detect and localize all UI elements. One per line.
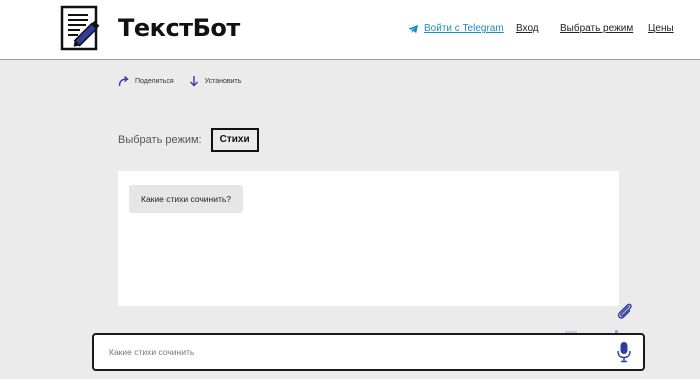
bot-message: Какие стихи сочинить? [129,185,244,213]
chat-panel: Какие стихи сочинить? [118,171,619,306]
top-nav: Войти с Telegram Вход Выбрать режим Цены [0,22,700,38]
header: ТекстБот Войти с Telegram Вход Выбрать р… [0,0,700,60]
share-arrow-icon [118,75,129,87]
prices-link[interactable]: Цены [648,22,674,36]
share-button[interactable]: Поделиться [118,75,174,87]
message-composer [92,333,645,371]
mode-poems-button[interactable]: Стихи [210,128,259,152]
action-bar: Поделиться Установить [118,75,255,87]
download-arrow-icon [189,76,198,87]
paperclip-icon[interactable] [616,302,634,320]
message-input[interactable] [109,343,589,361]
telegram-icon [408,24,419,34]
telegram-login-label: Войти с Telegram [424,23,504,34]
share-label: Поделиться [135,77,174,85]
install-button[interactable]: Установить [188,75,242,87]
choose-mode-link[interactable]: Выбрать режим [560,22,633,36]
install-label: Установить [204,77,242,85]
mode-label: Выбрать режим: [118,134,202,146]
telegram-login-link[interactable]: Войти с Telegram [408,22,504,36]
login-link[interactable]: Вход [516,22,539,36]
mode-selector: Выбрать режим: Стихи [118,128,259,152]
microphone-icon[interactable] [617,341,631,363]
